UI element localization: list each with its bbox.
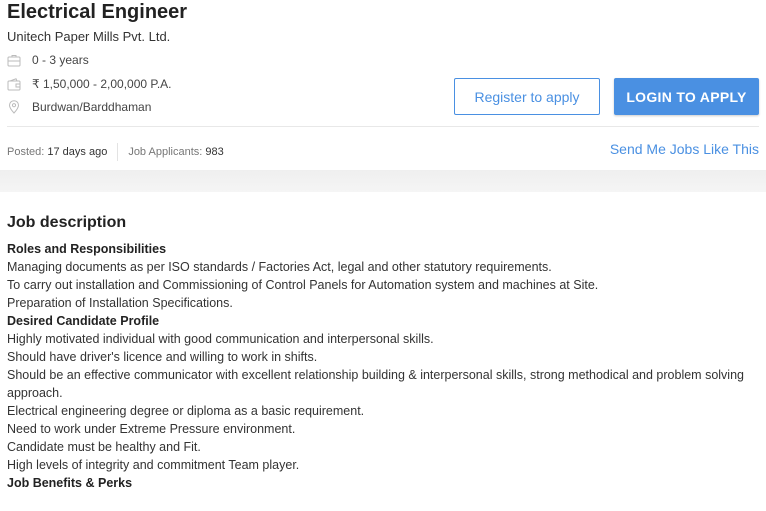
posted-label: Posted: — [7, 146, 45, 158]
wallet-icon — [7, 77, 21, 91]
profile-item: Electrical engineering degree or diploma… — [7, 404, 365, 418]
stats-separator — [117, 143, 119, 161]
profile-item: Should have driver's licence and willing… — [7, 350, 318, 364]
location-pin-icon — [7, 100, 21, 114]
experience-value: 0 - 3 years — [32, 53, 89, 67]
job-description-body: Roles and Responsibilities Managing docu… — [7, 240, 759, 492]
profile-item: Need to work under Extreme Pressure envi… — [7, 422, 296, 436]
profile-item: High levels of integrity and commitment … — [7, 458, 300, 472]
roles-heading: Roles and Responsibilities — [7, 242, 167, 256]
job-description-section: Job description Roles and Responsibiliti… — [0, 192, 766, 511]
roles-item: Managing documents as per ISO standards … — [7, 260, 552, 274]
profile-heading: Desired Candidate Profile — [7, 314, 160, 328]
company-name[interactable]: Unitech Paper Mills Pvt. Ltd. — [7, 29, 170, 44]
location-row: Burdwan/Barddhaman — [7, 98, 151, 116]
job-header-card: Electrical Engineer Unitech Paper Mills … — [0, 0, 766, 170]
applicants-label: Job Applicants: — [128, 146, 203, 158]
briefcase-icon — [7, 53, 21, 67]
salary-row: ₹ 1,50,000 - 2,00,000 P.A. — [7, 75, 172, 93]
benefits-heading: Job Benefits & Perks — [7, 476, 133, 490]
profile-item: Candidate must be healthy and Fit. — [7, 440, 201, 454]
roles-item: To carry out installation and Commission… — [7, 278, 599, 292]
posted-value: 17 days ago — [47, 146, 108, 158]
section-separator — [0, 170, 766, 192]
profile-item: Should be an effective communicator with… — [7, 368, 744, 400]
job-description-heading: Job description — [7, 214, 127, 231]
divider — [7, 126, 759, 127]
job-title: Electrical Engineer — [7, 1, 188, 23]
experience-row: 0 - 3 years — [7, 51, 89, 69]
roles-item: Preparation of Installation Specificatio… — [7, 296, 233, 310]
register-to-apply-button[interactable]: Register to apply — [454, 78, 600, 115]
send-me-jobs-like-this-link[interactable]: Send Me Jobs Like This — [610, 141, 759, 157]
login-to-apply-button[interactable]: LOGIN TO APPLY — [614, 78, 759, 115]
salary-value: ₹ 1,50,000 - 2,00,000 P.A. — [32, 77, 172, 91]
profile-item: Highly motivated individual with good co… — [7, 332, 434, 346]
location-value[interactable]: Burdwan/Barddhaman — [32, 100, 151, 114]
applicants-value: 983 — [205, 146, 224, 158]
job-stats: Posted: 17 days ago Job Applicants: 983 — [7, 143, 224, 161]
